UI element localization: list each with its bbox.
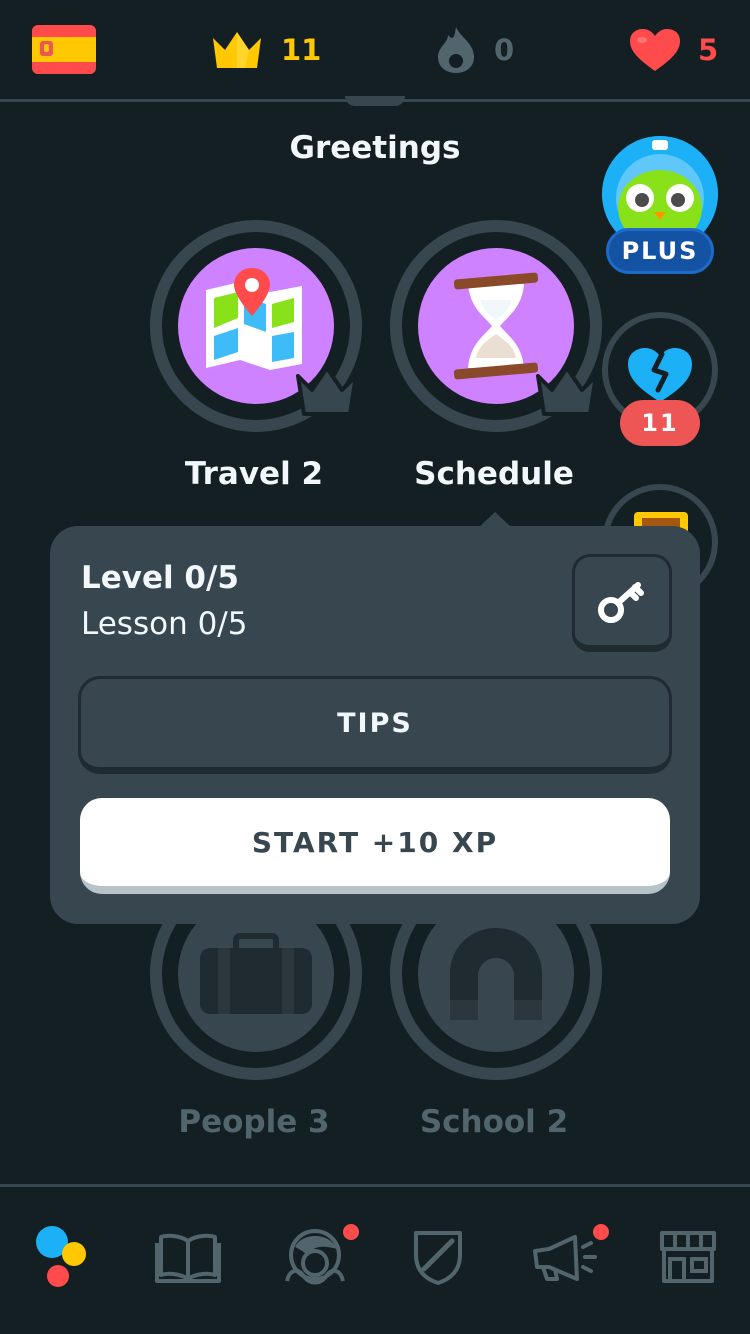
start-lesson-button[interactable]: START +10 XP (80, 798, 670, 894)
streak-counter[interactable]: 0 (434, 24, 514, 76)
book-icon (155, 1233, 221, 1283)
heart-icon (630, 29, 680, 71)
learn-dots-icon (36, 1226, 86, 1287)
nav-news[interactable] (524, 1217, 604, 1297)
crown-level-icon (536, 366, 598, 416)
skill-travel-2[interactable] (150, 220, 362, 432)
skill-popover: Level 0/5 Lesson 0/5 TIPS START +10 XP (50, 526, 700, 924)
skill-label-travel-2: Travel 2 (184, 456, 324, 492)
hearts-count: 5 (698, 33, 719, 67)
flame-icon (438, 27, 474, 73)
nav-stories[interactable] (148, 1217, 228, 1297)
crown-level-icon (296, 366, 358, 416)
crowns-counter[interactable]: 11 (209, 24, 321, 76)
skill-label-school-2: School 2 (419, 1104, 569, 1140)
profile-notification-dot (343, 1224, 359, 1240)
skill-label-schedule: Schedule (414, 456, 574, 492)
bottom-nav (0, 1184, 750, 1334)
shop-icon (660, 1231, 716, 1283)
plus-badge[interactable]: PLUS (606, 228, 714, 274)
level-progress: Level 0/5 (81, 560, 239, 596)
test-out-key-button[interactable] (572, 554, 672, 652)
topbar-notch (345, 96, 405, 106)
shield-icon (414, 1231, 462, 1285)
nav-profile[interactable] (274, 1217, 354, 1297)
crowns-count: 11 (281, 33, 322, 67)
nav-learn[interactable] (24, 1217, 104, 1297)
crown-icon (213, 32, 261, 68)
skill-label-people-3: People 3 (178, 1104, 330, 1140)
spain-flag-icon[interactable] (32, 25, 96, 74)
tips-button[interactable]: TIPS (78, 676, 672, 774)
nav-leagues[interactable] (398, 1217, 478, 1297)
streak-count: 0 (494, 33, 515, 67)
megaphone-icon (533, 1235, 597, 1281)
skill-schedule[interactable] (390, 220, 602, 432)
hearts-counter[interactable]: 5 (628, 24, 718, 76)
news-notification-dot (593, 1224, 609, 1240)
avatar-icon (285, 1229, 345, 1285)
nav-shop[interactable] (648, 1217, 728, 1297)
top-bar: 11 0 5 (0, 0, 750, 100)
key-icon (598, 582, 644, 623)
heart-repair-count: 11 (620, 400, 700, 446)
lesson-progress: Lesson 0/5 (81, 606, 248, 642)
